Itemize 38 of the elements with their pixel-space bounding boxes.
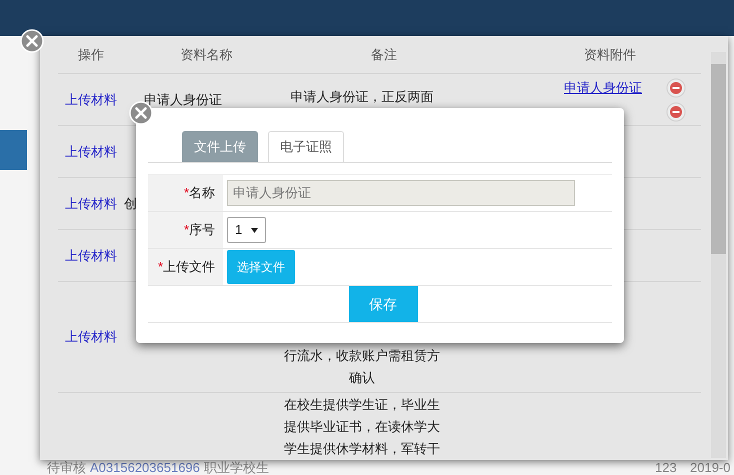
remove-icon[interactable]	[666, 102, 686, 122]
upload-link[interactable]: 上传材料	[65, 90, 117, 110]
code-link[interactable]: A03156203651696	[90, 458, 200, 475]
scroll-thumb[interactable]	[711, 64, 726, 254]
material-name: 申请人身份证	[144, 90, 222, 109]
field-label: 上传文件	[163, 258, 215, 276]
required-mark: *	[158, 258, 163, 276]
close-icon[interactable]	[20, 29, 44, 53]
upload-link[interactable]: 上传材料	[65, 327, 117, 347]
remark-text: 学生提供休学材料，军转干	[284, 440, 440, 458]
required-mark: *	[184, 184, 189, 202]
remark-text: 确认	[349, 369, 375, 387]
column-header: 资料名称	[180, 46, 234, 64]
count-text: 123	[655, 459, 677, 475]
material-name: 创	[124, 194, 137, 213]
attachment-link[interactable]: 申请人身份证	[564, 78, 642, 98]
field-label: 序号	[189, 221, 215, 240]
status-text: 待审核	[47, 459, 86, 475]
number-select[interactable]: 1	[227, 217, 266, 243]
tab[interactable]: 电子证照	[268, 131, 344, 162]
column-header: 备注	[370, 46, 398, 64]
dropdown-caret-icon	[251, 228, 258, 232]
upload-link[interactable]: 上传材料	[65, 142, 117, 162]
remark-text: 提供毕业证书，在读休学大	[284, 418, 440, 436]
column-header: 操作	[77, 46, 105, 64]
upload-link[interactable]: 上传材料	[65, 246, 117, 266]
sidebar-block	[0, 130, 27, 170]
scrollbar[interactable]	[711, 52, 726, 458]
date-text: 2019-0	[690, 459, 730, 475]
required-mark: *	[184, 221, 189, 240]
remark-text: 行流水，收款账户需租赁方	[284, 347, 440, 365]
type-text: 职业学校生	[204, 459, 269, 475]
column-header: 资料附件	[583, 46, 637, 64]
field-label: 名称	[189, 184, 215, 202]
upload-link[interactable]: 上传材料	[65, 194, 117, 214]
remove-icon[interactable]	[666, 78, 686, 98]
remark-text: 申请人身份证，正反两面	[290, 88, 434, 106]
remark-text: 在校生提供学生证，毕业生	[284, 396, 440, 414]
